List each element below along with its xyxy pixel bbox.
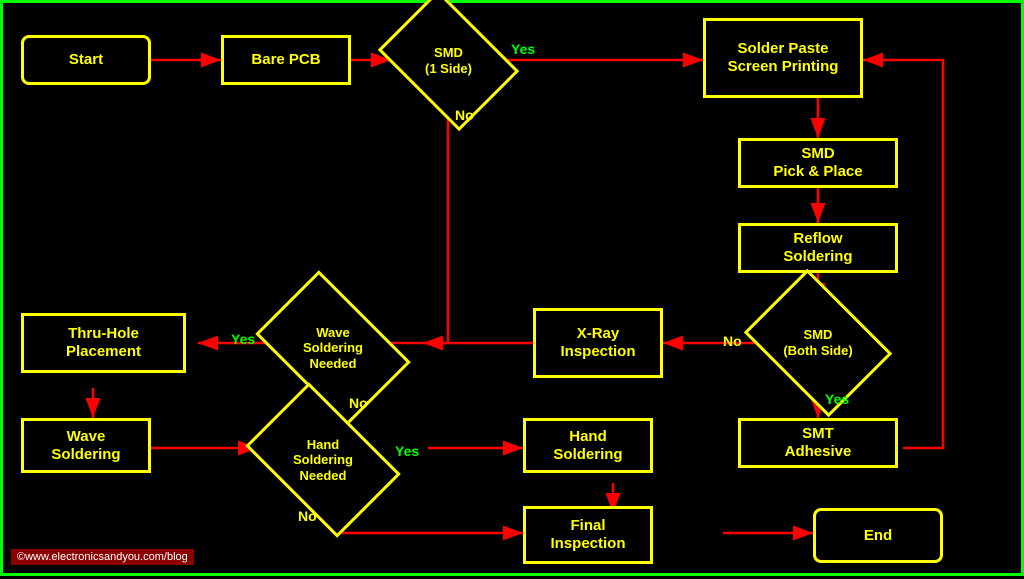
reflow-soldering-box: ReflowSoldering [738,223,898,273]
hand-needed-diamond: HandSolderingNeeded [258,415,388,505]
thru-hole-box: Thru-HolePlacement [21,313,186,373]
smd-both-no-label: No [723,333,742,349]
smt-adhesive-box: SMTAdhesive [738,418,898,468]
x-ray-box: X-RayInspection [533,308,663,378]
end-box: End [813,508,943,563]
wave-needed-no-label: No [349,395,368,411]
smd-1side-yes-label: Yes [511,41,535,57]
arrows-layer [3,3,1024,579]
smd-both-yes-label: Yes [825,391,849,407]
smd-1side-no-label: No [455,107,474,123]
watermark: ©www.electronicsandyou.com/blog [11,549,194,565]
solder-paste-box: Solder PasteScreen Printing [703,18,863,98]
final-inspection-box: FinalInspection [523,506,653,564]
start-box: Start [21,35,151,85]
smd-1side-diamond: SMD(1 Side) [391,18,506,103]
smd-pick-place-box: SMDPick & Place [738,138,898,188]
wave-needed-yes-label: Yes [231,331,255,347]
hand-needed-no-label: No [298,508,317,524]
hand-needed-yes-label: Yes [395,443,419,459]
hand-soldering-box: HandSoldering [523,418,653,473]
wave-soldering-box: WaveSoldering [21,418,151,473]
flowchart: Start Bare PCB SMD(1 Side) Yes No Solder… [0,0,1024,576]
wave-needed-diamond: WaveSolderingNeeded [268,303,398,393]
bare-pcb-box: Bare PCB [221,35,351,85]
smd-both-diamond: SMD(Both Side) [758,298,878,388]
